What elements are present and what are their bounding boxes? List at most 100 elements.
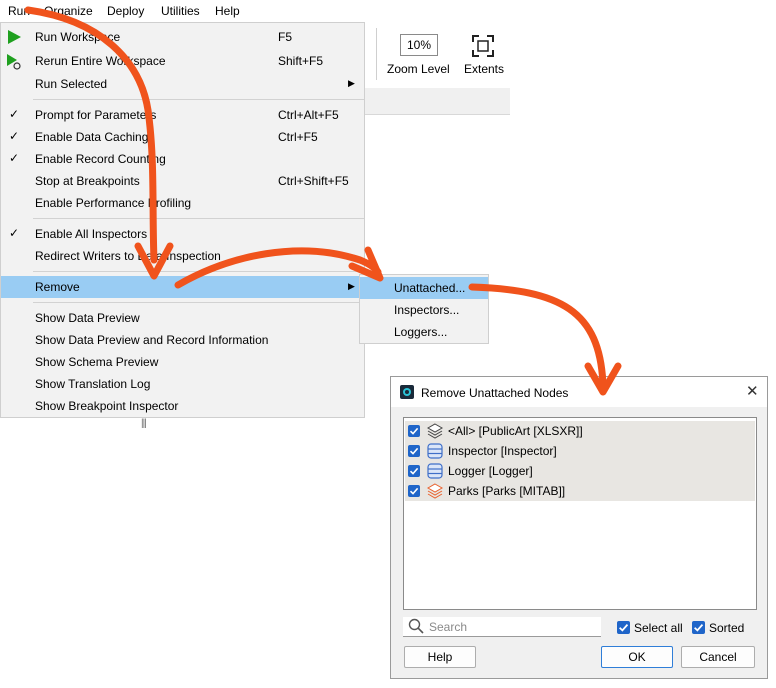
sorted-checkbox[interactable] [692,621,705,634]
extents-icon[interactable] [472,35,494,57]
mitab-layers-icon [427,483,443,499]
menu-organize[interactable]: Organize [44,4,93,18]
list-item[interactable]: Inspector [Inspector] [405,441,755,461]
list-item[interactable]: <All> [PublicArt [XLSXR]] [405,421,755,441]
toolbar: 10% Zoom Level Extents [365,22,510,89]
menu-item-label: Enable Performance Profiling [35,196,192,210]
checkbox-checked[interactable] [408,445,420,457]
submenu-item-label: Loggers... [394,325,448,339]
menu-item-label: Show Breakpoint Inspector [35,399,179,413]
layers-stack-icon [427,423,443,439]
menu-item-shortcut: Ctrl+F5 [278,130,318,144]
close-icon[interactable]: ✕ [746,382,759,400]
menu-separator [33,271,364,272]
check-icon: ✓ [9,107,20,121]
menu-item-stop-at-breakpoints[interactable]: Stop at Breakpoints Ctrl+Shift+F5 [1,170,364,192]
submenu-item-loggers[interactable]: Loggers... [360,321,488,343]
nodes-list[interactable]: <All> [PublicArt [XLSXR]] Inspector [Ins… [403,417,757,610]
list-item-label: Parks [Parks [MITAB]] [448,484,566,498]
menu-separator [33,218,364,219]
cancel-button[interactable]: Cancel [681,646,755,668]
menu-item-run-selected[interactable]: Run Selected ▶ [1,73,364,95]
menu-deploy[interactable]: Deploy [107,4,144,18]
inspector-db-icon [427,443,443,459]
ok-button[interactable]: OK [601,646,673,668]
zoom-level-field[interactable]: 10% [400,34,438,56]
logger-db-icon [427,463,443,479]
rerun-icon [7,54,21,70]
list-item-label: Logger [Logger] [448,464,533,478]
menu-bar: Run Organize Deploy Utilities Help [0,0,510,22]
menu-item-show-schema-preview[interactable]: Show Schema Preview [1,351,364,373]
resize-grip-icon[interactable]: ||| [141,418,147,429]
zoom-level-label: Zoom Level [387,62,450,76]
toolbar-separator [376,28,377,80]
canvas-tabbar [365,88,510,115]
dialog-title: Remove Unattached Nodes [421,386,569,400]
menu-item-label: Rerun Entire Workspace [35,54,166,68]
menu-separator [33,302,364,303]
search-input[interactable] [429,619,594,634]
menu-item-label: Prompt for Parameters [35,108,157,122]
list-item[interactable]: Logger [Logger] [405,461,755,481]
menu-separator [33,99,364,100]
run-menu-dropdown: Run Workspace F5 Rerun Entire Workspace … [0,22,365,418]
menu-run[interactable]: Run [8,4,30,18]
list-item[interactable]: Parks [Parks [MITAB]] [405,481,755,501]
checkbox-checked[interactable] [408,485,420,497]
remove-submenu: Unattached... Inspectors... Loggers... [359,274,489,344]
select-all-checkbox[interactable] [617,621,630,634]
submenu-arrow-icon: ▶ [348,78,355,88]
menu-item-label: Stop at Breakpoints [35,174,140,188]
check-icon: ✓ [9,129,20,143]
submenu-item-unattached[interactable]: Unattached... [360,277,488,299]
extents-label: Extents [464,62,505,76]
checkbox-checked[interactable] [408,425,420,437]
submenu-arrow-icon: ▶ [348,281,355,291]
check-icon: ✓ [9,151,20,165]
menu-item-label: Show Translation Log [35,377,151,391]
menu-item-label: Show Data Preview [35,311,140,325]
search-field[interactable] [403,617,601,637]
menu-item-shortcut: Ctrl+Shift+F5 [278,174,349,188]
menu-item-label: Enable Data Caching [35,130,149,144]
menu-item-enable-all-inspectors[interactable]: ✓ Enable All Inspectors [1,223,364,245]
menu-item-show-data-preview-record-info[interactable]: Show Data Preview and Record Information [1,329,364,351]
check-icon: ✓ [9,226,20,240]
menu-help[interactable]: Help [215,4,240,18]
menu-item-label: Redirect Writers to Data Inspection [35,249,221,263]
menu-item-run-workspace[interactable]: Run Workspace F5 [1,26,364,48]
menu-item-remove[interactable]: Remove ▶ [1,276,364,298]
menu-item-label: Run Workspace [35,30,121,44]
menu-item-label: Show Data Preview and Record Information [35,333,269,347]
menu-item-rerun-entire-workspace[interactable]: Rerun Entire Workspace Shift+F5 [1,50,364,72]
menu-item-shortcut: F5 [278,30,293,44]
menu-item-label: Enable Record Counting [35,152,166,166]
checkbox-checked[interactable] [408,465,420,477]
select-all-label: Select all [634,621,683,635]
help-button[interactable]: Help [404,646,476,668]
menu-item-show-translation-log[interactable]: Show Translation Log [1,373,364,395]
menu-item-shortcut: Shift+F5 [278,54,324,68]
search-icon [408,618,424,634]
menu-item-enable-performance-profiling[interactable]: Enable Performance Profiling [1,192,364,214]
menu-item-enable-data-caching[interactable]: ✓ Enable Data Caching Ctrl+F5 [1,126,364,148]
menu-item-redirect-writers[interactable]: Redirect Writers to Data Inspection [1,245,364,267]
menu-item-enable-record-counting[interactable]: ✓ Enable Record Counting [1,148,364,170]
list-item-label: <All> [PublicArt [XLSXR]] [448,424,583,438]
app-logo-icon [400,385,414,399]
submenu-item-label: Unattached... [394,281,466,295]
submenu-item-inspectors[interactable]: Inspectors... [360,299,488,321]
menu-utilities[interactable]: Utilities [161,4,200,18]
menu-item-show-breakpoint-inspector[interactable]: Show Breakpoint Inspector [1,395,364,417]
menu-item-label: Show Schema Preview [35,355,159,369]
menu-item-shortcut: Ctrl+Alt+F5 [278,108,339,122]
dialog-title-bar: Remove Unattached Nodes ✕ [391,377,767,407]
menu-item-label: Remove [35,280,80,294]
sorted-label: Sorted [709,621,745,635]
menu-item-prompt-for-parameters[interactable]: ✓ Prompt for Parameters Ctrl+Alt+F5 [1,104,364,126]
submenu-item-label: Inspectors... [394,303,460,317]
list-item-label: Inspector [Inspector] [448,444,557,458]
menu-item-show-data-preview[interactable]: Show Data Preview [1,307,364,329]
arrow-unattached-to-dialog [468,283,607,389]
